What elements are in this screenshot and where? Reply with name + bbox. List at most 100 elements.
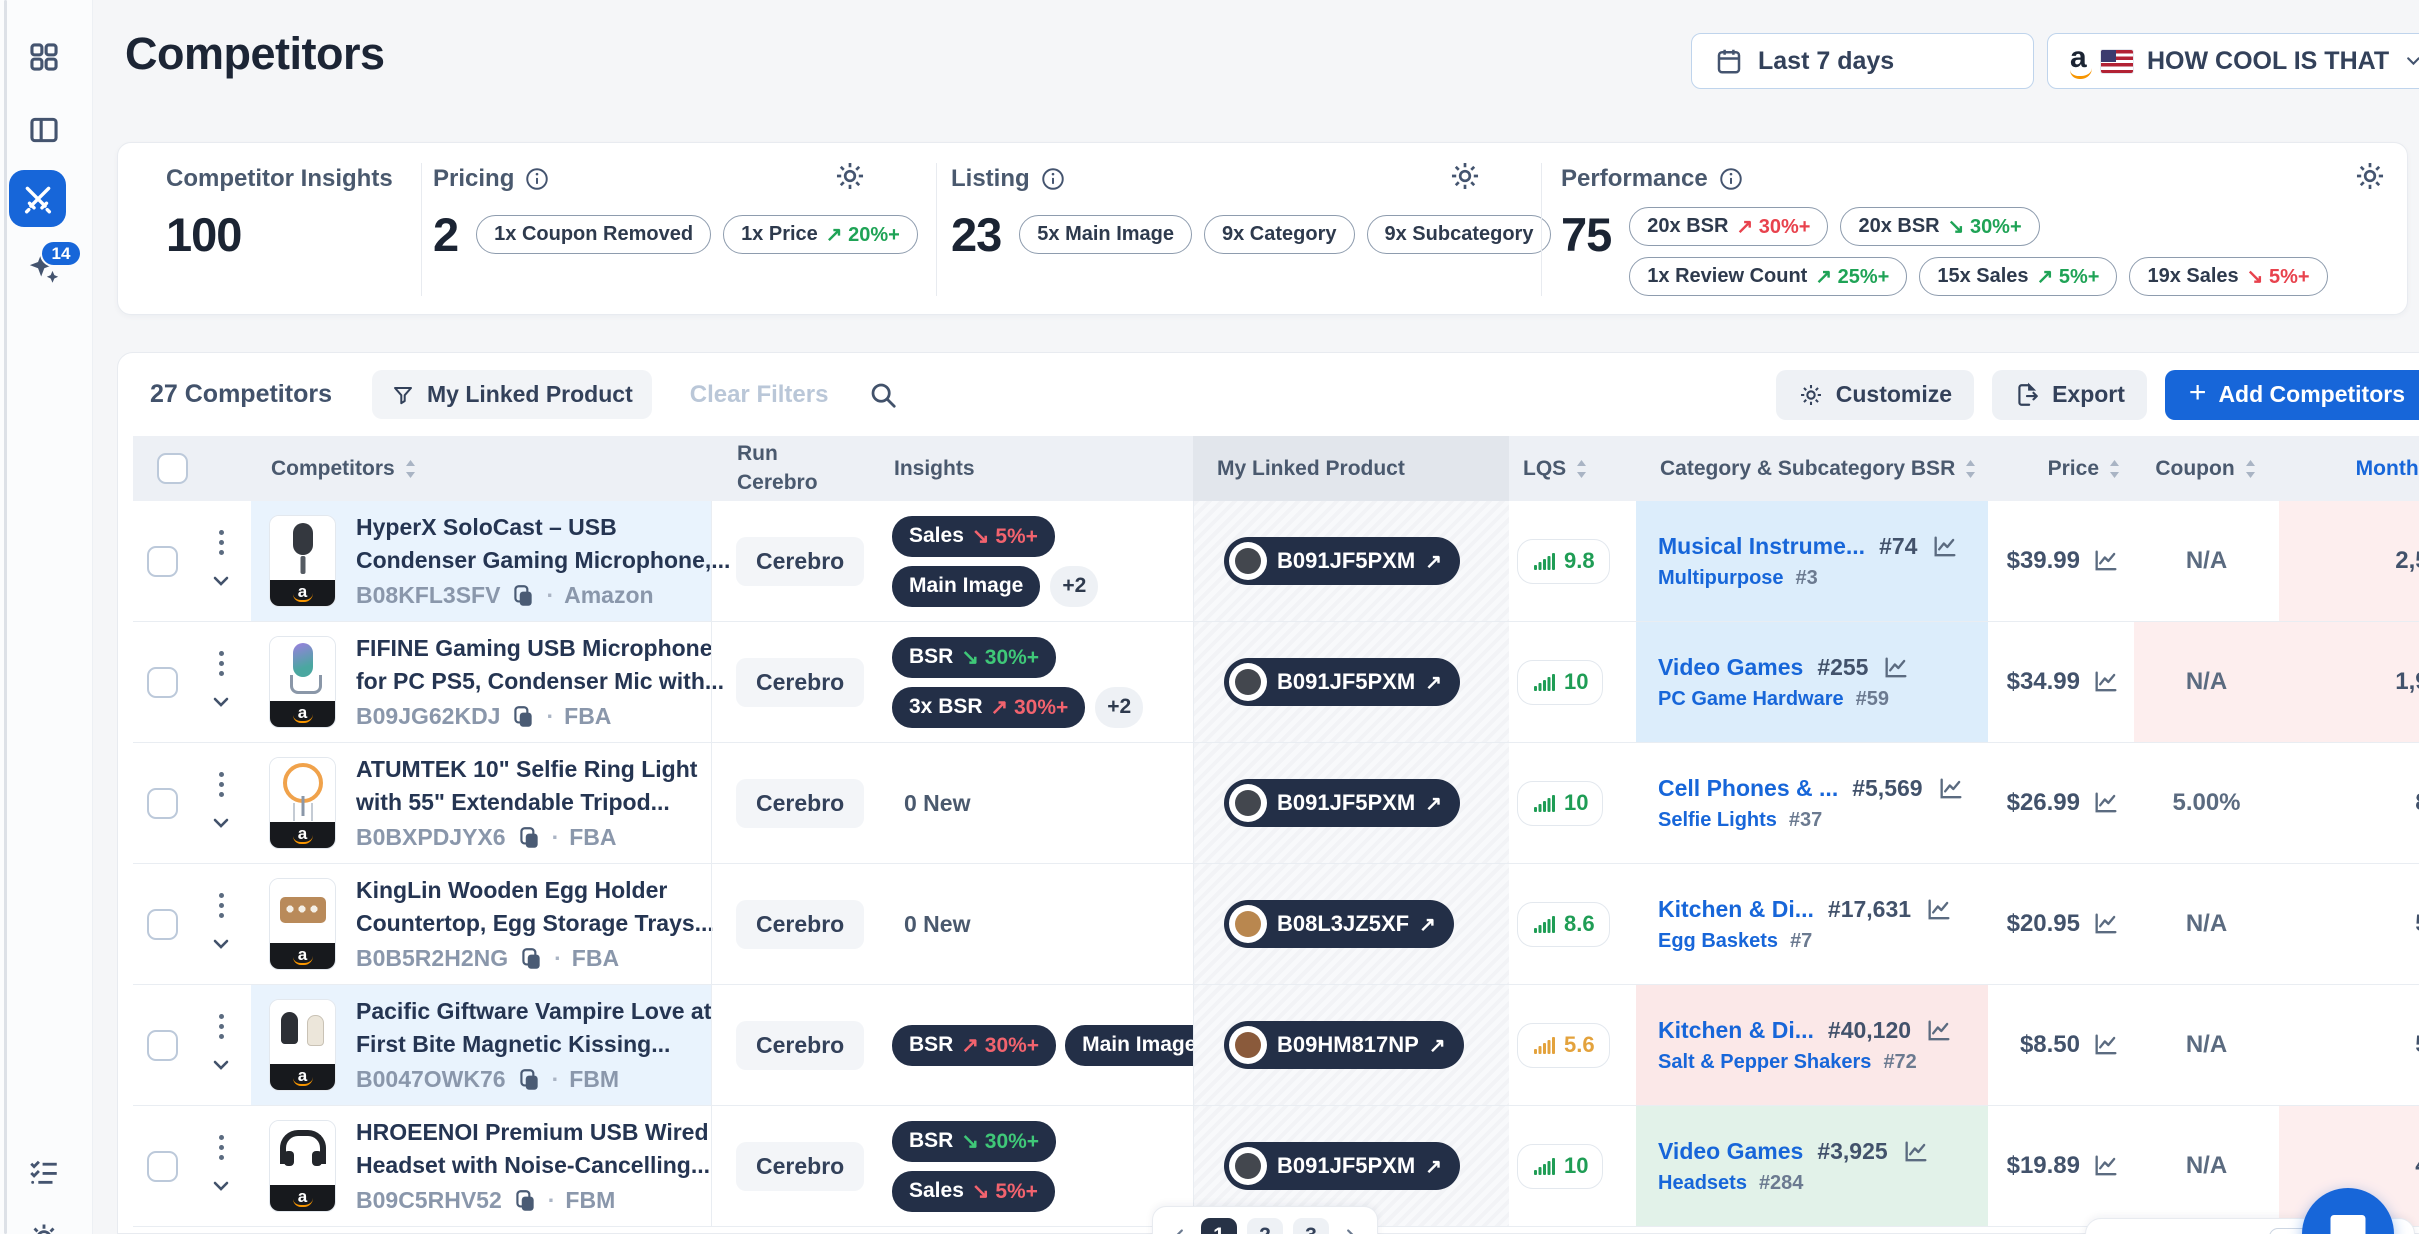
row-expand-chevron-icon[interactable] — [209, 690, 233, 714]
prev-page-icon[interactable] — [1169, 1225, 1191, 1234]
copy-icon[interactable] — [510, 583, 536, 609]
performance-gear-icon[interactable] — [2353, 159, 2387, 193]
category-link[interactable]: Kitchen & Di... — [1658, 1017, 1814, 1044]
linked-product-pill[interactable]: B09HM817NP ↗ — [1224, 1021, 1464, 1069]
account-selector[interactable]: a HOW COOL IS THAT — [2047, 33, 2419, 89]
product-title[interactable]: for PC PS5, Condenser Mic with... — [356, 667, 711, 697]
subcategory-link[interactable]: Salt & Pepper Shakers — [1658, 1051, 1871, 1074]
kebab-menu-icon[interactable] — [219, 893, 224, 918]
category-link[interactable]: Musical Instrume... — [1658, 533, 1865, 560]
run-cerebro-button[interactable]: Cerebro — [736, 1021, 864, 1070]
add-competitors-button[interactable]: + Add Competitors — [2165, 370, 2419, 420]
linked-product-pill[interactable]: B091JF5PXM ↗ — [1224, 1142, 1460, 1190]
copy-icon[interactable] — [516, 1067, 542, 1093]
insight-badge[interactable]: BSR↘ 30%+ — [892, 637, 1056, 678]
page-button[interactable]: 1 — [1201, 1218, 1237, 1234]
kebab-menu-icon[interactable] — [219, 1014, 224, 1039]
sort-icon[interactable] — [1574, 458, 1589, 480]
chart-icon[interactable] — [1902, 1138, 1930, 1166]
info-icon[interactable] — [1040, 166, 1066, 192]
chart-icon[interactable] — [2092, 789, 2120, 817]
row-checkbox[interactable] — [147, 546, 178, 577]
insight-badge[interactable]: Main Image — [1065, 1025, 1213, 1066]
row-checkbox[interactable] — [147, 667, 178, 698]
product-title[interactable]: HyperX SoloCast – USB — [356, 513, 711, 543]
sort-icon[interactable] — [2107, 458, 2122, 480]
row-checkbox[interactable] — [147, 909, 178, 940]
chart-icon[interactable] — [2092, 1152, 2120, 1180]
chart-icon[interactable] — [2092, 1031, 2120, 1059]
chart-icon[interactable] — [1925, 1017, 1953, 1045]
insight-badge[interactable]: 3x BSR↗ 30%+ — [892, 687, 1085, 728]
copy-icon[interactable] — [516, 825, 542, 851]
listing-gear-icon[interactable] — [1448, 159, 1482, 193]
pricing-gear-icon[interactable] — [833, 159, 867, 193]
insights-more-chip[interactable]: +2 — [1095, 687, 1143, 728]
my-linked-product-filter-chip[interactable]: My Linked Product — [372, 370, 652, 419]
insight-badge[interactable]: BSR↘ 30%+ — [892, 1121, 1056, 1162]
clear-filters-button[interactable]: Clear Filters — [690, 381, 829, 409]
select-all-checkbox[interactable] — [157, 453, 188, 484]
run-cerebro-button[interactable]: Cerebro — [736, 779, 864, 828]
chart-icon[interactable] — [2092, 668, 2120, 696]
checklist-icon[interactable] — [24, 1152, 64, 1192]
run-cerebro-button[interactable]: Cerebro — [736, 1142, 864, 1191]
settings-icon[interactable] — [24, 1218, 64, 1234]
product-title[interactable]: First Bite Magnetic Kissing... — [356, 1030, 711, 1060]
row-checkbox[interactable] — [147, 788, 178, 819]
insight-badge[interactable]: Sales↘ 5%+ — [892, 516, 1055, 557]
chart-icon[interactable] — [1925, 896, 1953, 924]
kebab-menu-icon[interactable] — [219, 530, 224, 555]
linked-product-pill[interactable]: B091JF5PXM ↗ — [1224, 779, 1460, 827]
info-icon[interactable] — [524, 166, 550, 192]
chart-icon[interactable] — [2092, 910, 2120, 938]
product-title[interactable]: ATUMTEK 10" Selfie Ring Light — [356, 755, 697, 785]
kebab-menu-icon[interactable] — [219, 772, 224, 797]
row-checkbox[interactable] — [147, 1030, 178, 1061]
search-icon[interactable] — [868, 380, 898, 410]
sort-icon[interactable] — [2243, 458, 2258, 480]
page-button[interactable]: 2 — [1247, 1218, 1283, 1234]
category-link[interactable]: Video Games — [1658, 1138, 1803, 1165]
row-expand-chevron-icon[interactable] — [209, 932, 233, 956]
page-button[interactable]: 3 — [1293, 1218, 1329, 1234]
insight-badge[interactable]: Sales↘ 5%+ — [892, 1171, 1055, 1212]
row-checkbox[interactable] — [147, 1151, 178, 1182]
row-expand-chevron-icon[interactable] — [209, 569, 233, 593]
copy-icon[interactable] — [510, 704, 536, 730]
customize-button[interactable]: Customize — [1776, 370, 1974, 420]
insight-badge[interactable]: Main Image — [892, 566, 1040, 607]
product-title[interactable]: Countertop, Egg Storage Trays... — [356, 909, 711, 939]
product-title[interactable]: with 55" Extendable Tripod... — [356, 788, 697, 818]
chart-icon[interactable] — [1882, 654, 1910, 682]
date-range-selector[interactable]: Last 7 days — [1691, 33, 2034, 89]
info-icon[interactable] — [1718, 166, 1744, 192]
next-page-icon[interactable] — [1339, 1225, 1361, 1234]
run-cerebro-button[interactable]: Cerebro — [736, 658, 864, 707]
row-expand-chevron-icon[interactable] — [209, 811, 233, 835]
export-button[interactable]: Export — [1992, 370, 2147, 420]
kebab-menu-icon[interactable] — [219, 651, 224, 676]
copy-icon[interactable] — [512, 1188, 538, 1214]
layout-columns-icon[interactable] — [24, 110, 64, 150]
sidebar-item-competitors[interactable] — [9, 170, 66, 227]
apps-grid-icon[interactable] — [24, 37, 64, 77]
product-title[interactable]: Condenser Gaming Microphone,... — [356, 546, 711, 576]
product-title[interactable]: FIFINE Gaming USB Microphone — [356, 634, 711, 664]
sort-icon[interactable] — [1963, 458, 1978, 480]
product-title[interactable]: Pacific Giftware Vampire Love at — [356, 997, 711, 1027]
product-title[interactable]: Headset with Noise-Cancelling... — [356, 1151, 710, 1181]
kebab-menu-icon[interactable] — [219, 1135, 224, 1160]
chart-icon[interactable] — [2092, 547, 2120, 575]
run-cerebro-button[interactable]: Cerebro — [736, 900, 864, 949]
subcategory-link[interactable]: Egg Baskets — [1658, 930, 1778, 953]
linked-product-pill[interactable]: B091JF5PXM ↗ — [1224, 537, 1460, 585]
linked-product-pill[interactable]: B091JF5PXM ↗ — [1224, 658, 1460, 706]
subcategory-link[interactable]: Headsets — [1658, 1172, 1747, 1195]
sort-icon[interactable] — [403, 458, 418, 480]
subcategory-link[interactable]: Multipurpose — [1658, 567, 1784, 590]
run-cerebro-button[interactable]: Cerebro — [736, 537, 864, 586]
category-link[interactable]: Kitchen & Di... — [1658, 896, 1814, 923]
row-expand-chevron-icon[interactable] — [209, 1174, 233, 1198]
linked-product-pill[interactable]: B08L3JZ5XF ↗ — [1224, 900, 1454, 948]
